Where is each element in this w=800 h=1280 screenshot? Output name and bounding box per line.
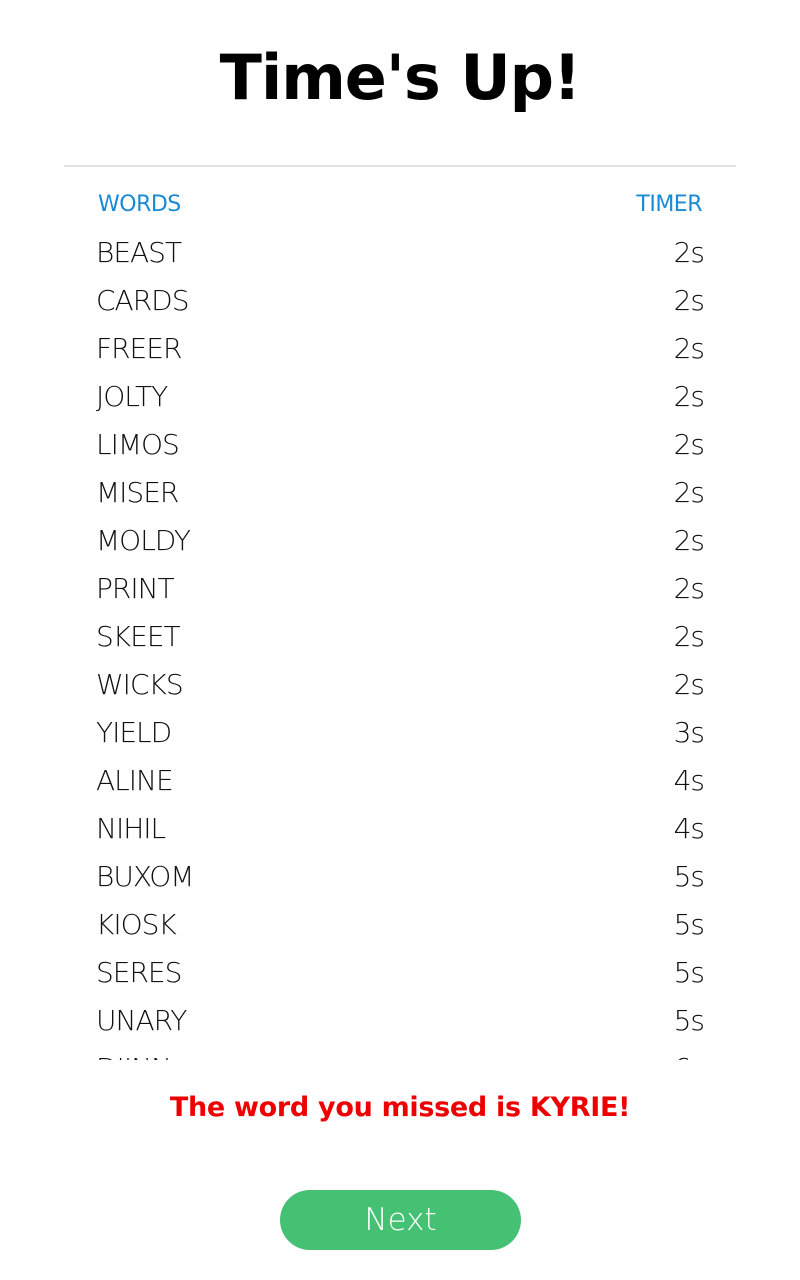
word-list[interactable]: WORDS TIMER BEAST 2s CARDS 2s FREER 2s JOLTY 2s… [96,180,706,1061]
table-row: NIHIL 4s [96,804,706,852]
table-row: JOLTY 2s [96,372,706,420]
timer-cell: 6s [674,1052,706,1061]
word-cell: SERES [96,955,182,989]
timer-cell: 2s [673,475,705,509]
word-cell: UNARY [96,1003,187,1037]
word-cell: NIHIL [96,811,166,845]
word-cell: DJINN [96,1052,172,1061]
table-body: BEAST 2s CARDS 2s FREER 2s JOLTY 2s LIMOS 2s MISER… [96,228,706,1061]
table-row: ALINE 4s [96,756,706,804]
timer-cell: 3s [673,715,705,749]
timer-cell: 5s [673,907,705,941]
timer-cell: 2s [673,523,705,557]
word-cell: KIOSK [96,907,177,941]
timer-cell: 2s [673,427,705,461]
table-row: MISER 2s [96,468,706,516]
table-row: DJINN 6s [96,1044,706,1061]
table-row: BUXOM 5s [96,852,706,900]
column-header-timer: TIMER [636,191,702,217]
timer-cell: 2s [673,619,705,653]
table-header: WORDS TIMER [96,180,706,228]
table-row: YIELD 3s [96,708,706,756]
word-cell: MOLDY [96,523,191,557]
table-row: BEAST 2s [96,228,706,276]
timer-cell: 4s [673,811,705,845]
table-row: LIMOS 2s [96,420,706,468]
table-row: UNARY 5s [96,996,706,1044]
word-cell: PRINT [96,571,175,605]
timer-cell: 2s [673,331,705,365]
table-row: KIOSK 5s [96,900,706,948]
word-cell: LIMOS [96,427,180,461]
word-cell: SKEET [96,619,181,653]
timer-cell: 4s [673,763,705,797]
table-row: SERES 5s [96,948,706,996]
word-cell: JOLTY [96,379,168,413]
timer-cell: 2s [673,283,705,317]
next-button[interactable]: Next [280,1190,521,1250]
table-row: CARDS 2s [96,276,706,324]
page-title: Time's Up! [219,41,582,114]
word-cell: ALINE [96,763,174,797]
table-row: WICKS 2s [96,660,706,708]
table-row: MOLDY 2s [96,516,706,564]
divider [64,165,736,167]
timer-cell: 2s [673,667,705,701]
word-cell: FREER [96,331,182,365]
timer-cell: 5s [673,859,705,893]
word-cell: CARDS [96,283,189,317]
word-cell: YIELD [96,715,172,749]
timer-cell: 2s [673,571,705,605]
table-row: FREER 2s [96,324,706,372]
word-cell: BEAST [96,235,182,269]
word-cell: BUXOM [96,859,194,893]
missed-word-message: The word you missed is KYRIE! [169,1092,631,1123]
timer-cell: 5s [673,955,705,989]
column-header-words: WORDS [98,191,181,217]
word-cell: MISER [96,475,179,509]
timer-cell: 2s [673,235,705,269]
timer-cell: 5s [673,1003,705,1037]
word-cell: WICKS [96,667,184,701]
timer-cell: 2s [673,379,705,413]
table-row: PRINT 2s [96,564,706,612]
table-row: SKEET 2s [96,612,706,660]
